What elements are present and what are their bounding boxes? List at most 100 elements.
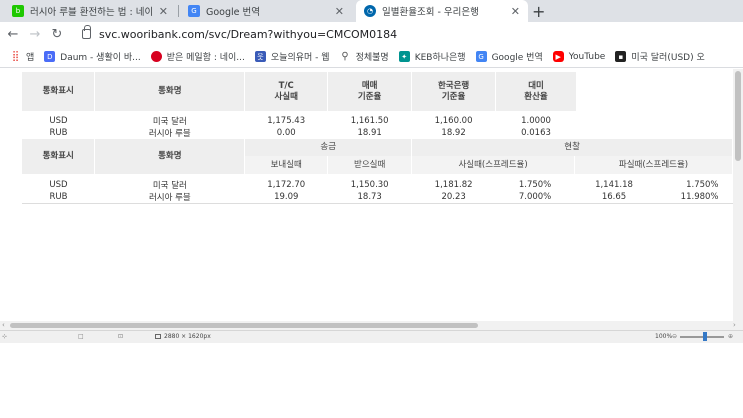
table-cell: 1,150.30 [350, 180, 389, 190]
close-icon[interactable]: ✕ [159, 5, 168, 18]
apps-grid-icon: ⣿ [11, 51, 20, 62]
table-cell: 19.09 [244, 191, 328, 204]
column-header: 보내실때 [244, 156, 329, 174]
table-cell: 0.0163 [521, 128, 551, 139]
close-icon[interactable]: ✕ [511, 5, 520, 18]
exchange-rate-table-basic: 통화표시 통화명 T/C 사실때 매매 기준율 한국은행 기준율 대미 환산율 … [22, 72, 577, 140]
column-header: 대미 환산율 [495, 72, 577, 111]
column-group-header: 송금 [244, 139, 413, 156]
tab-strip: b 러시아 루블 환전하는 법 : 네이버 ✕ G Google 번역 ✕ ◔ … [0, 0, 743, 22]
table-row: USD 미국 달러 1,175.43 1,161.50 1,160.00 1.0… [22, 111, 577, 127]
hana-bank-icon: ✦ [398, 51, 410, 62]
scrollbar-thumb[interactable] [735, 71, 741, 161]
bookmark-youtube[interactable]: ▶ YouTube [552, 51, 605, 62]
table-cell: 미국 달러 [152, 181, 187, 191]
google-translate-icon: G [188, 5, 200, 17]
table-row: RUB 러시아 루블 19.09 18.73 20.23 7.000% 16.6… [22, 191, 733, 204]
table-row: RUB 러시아 루블 0.00 18.91 18.92 0.0163 [22, 127, 577, 140]
new-tab-button[interactable]: + [532, 0, 545, 22]
table-cell: 11.980% [653, 191, 733, 204]
table-cell: 러시아 루블 [94, 191, 245, 204]
table-cell: 1.0000 [521, 116, 551, 126]
forward-arrow-icon[interactable]: → [26, 27, 44, 42]
status-divider: ⊹ [2, 333, 8, 340]
zoom-slider-handle[interactable] [703, 332, 707, 341]
table-cell: 18.91 [357, 128, 382, 139]
toolbar: ← → ↻ svc.wooribank.com/svc/Dream?withyo… [0, 22, 743, 46]
table-cell: RUB [49, 128, 68, 139]
column-header: 통화명 [94, 72, 246, 111]
column-header: 한국은행 기준율 [411, 72, 497, 111]
table-cell: 20.23 [411, 191, 496, 204]
bookmark-todayhumor[interactable]: 웃 오늘의유머 - 웹 [254, 50, 330, 63]
tab-woori-bank[interactable]: ◔ 일별환율조회 - 우리은행 ✕ [356, 0, 528, 22]
viewer-status-bar: ⊹ □ ⊡ 2880 × 1620px 100% ⊖ ⊕ [0, 330, 743, 343]
url-text: svc.wooribank.com/svc/Dream?withyou=CMCO… [99, 27, 398, 41]
table-cell: 18.92 [441, 128, 466, 139]
bookmark-google-translate[interactable]: G Google 번역 [475, 50, 543, 63]
column-header: 사실때(스프레드율) [411, 156, 576, 174]
table-cell: 1,172.70 [267, 180, 306, 190]
reload-icon[interactable]: ↻ [48, 27, 66, 42]
table-row: USD 미국 달러 1,172.70 1,150.30 1,181.82 1.7… [22, 174, 733, 191]
column-header: 매매 기준율 [327, 72, 413, 111]
todayhumor-icon: 웃 [254, 51, 266, 62]
bookmark-naver-mail[interactable]: 받은 메일함 : 네이... [150, 50, 245, 63]
exchange-rate-table-cash-remit: 통화표시 통화명 송금 현찰 보내실때 받으실때 사실때(스프레드율) 파실때(… [22, 139, 733, 204]
table-header-row: 통화표시 통화명 T/C 사실때 매매 기준율 한국은행 기준율 대미 환산율 [22, 72, 577, 111]
bookmark-usd-rate[interactable]: ▪ 미국 달러(USD) 오 [615, 50, 705, 63]
table-cell: 0.00 [276, 128, 296, 139]
column-group-header: 현찰 [411, 139, 733, 156]
image-size-icon [155, 334, 161, 339]
youtube-icon: ▶ [552, 51, 564, 62]
table-cell: 러시아 루블 [148, 129, 191, 140]
status-divider: □ [78, 333, 84, 340]
naver-blog-icon: b [12, 5, 24, 17]
table-header-row: 통화표시 통화명 송금 현찰 [22, 139, 733, 174]
browser-window: b 러시아 루블 환전하는 법 : 네이버 ✕ G Google 번역 ✕ ◔ … [0, 0, 743, 68]
column-header: 받으실때 [327, 156, 413, 174]
column-header: 통화표시 [22, 139, 96, 174]
bookmark-apps[interactable]: ⣿ 앱 [10, 50, 34, 63]
zoom-out-icon[interactable]: ⊖ [672, 333, 677, 340]
bookmark-unknown[interactable]: ⚲ 정체불명 [340, 50, 388, 63]
column-header: 파실때(스프레드율) [574, 156, 733, 174]
bookmark-daum[interactable]: D Daum - 생활이 바... [44, 50, 141, 63]
table-cell: 1,141.18 [595, 180, 633, 190]
horizontal-scrollbar[interactable]: ‹ › [0, 321, 743, 330]
zoom-in-icon[interactable]: ⊕ [728, 333, 733, 340]
vertical-scrollbar[interactable] [733, 69, 743, 321]
scroll-right-arrow-icon[interactable]: › [733, 321, 736, 329]
pin-icon: ⚲ [341, 51, 349, 62]
tab-separator [178, 5, 179, 17]
table-cell: 1,181.82 [434, 180, 473, 190]
scroll-left-arrow-icon[interactable]: ‹ [2, 321, 5, 329]
bookmark-keb-hana[interactable]: ✦ KEB하나은행 [398, 50, 466, 63]
column-header: T/C 사실때 [244, 72, 329, 111]
column-header: 통화명 [94, 139, 246, 174]
table-cell: 1.750% [686, 180, 719, 190]
table-cell: 18.73 [327, 191, 412, 204]
scrollbar-thumb[interactable] [10, 323, 478, 328]
table-cell: 1,160.00 [434, 116, 473, 126]
zoom-level: 100% [655, 333, 673, 340]
page-content: 통화표시 통화명 T/C 사실때 매매 기준율 한국은행 기준율 대미 환산율 … [0, 69, 733, 321]
image-dimensions: 2880 × 1620px [155, 333, 211, 340]
table-cell: USD [49, 116, 68, 126]
zoom-slider[interactable] [680, 336, 724, 338]
table-cell: 1,161.50 [350, 116, 389, 126]
tab-naver-blog[interactable]: b 러시아 루블 환전하는 법 : 네이버 ✕ [4, 0, 176, 22]
woori-bank-icon: ◔ [364, 5, 376, 17]
table-cell: RUB [22, 191, 95, 204]
column-header: 통화표시 [22, 72, 96, 111]
google-translate-icon: G [475, 51, 487, 62]
daum-icon: D [44, 51, 56, 62]
tab-google-translate[interactable]: G Google 번역 ✕ [180, 0, 352, 22]
close-icon[interactable]: ✕ [335, 5, 344, 18]
back-arrow-icon[interactable]: ← [4, 27, 22, 42]
table-cell: USD [49, 180, 68, 190]
address-bar[interactable]: svc.wooribank.com/svc/Dream?withyou=CMCO… [82, 25, 739, 43]
table-cell: 1.750% [518, 180, 552, 190]
lock-icon [82, 25, 91, 39]
table-cell: 7.000% [495, 191, 575, 204]
